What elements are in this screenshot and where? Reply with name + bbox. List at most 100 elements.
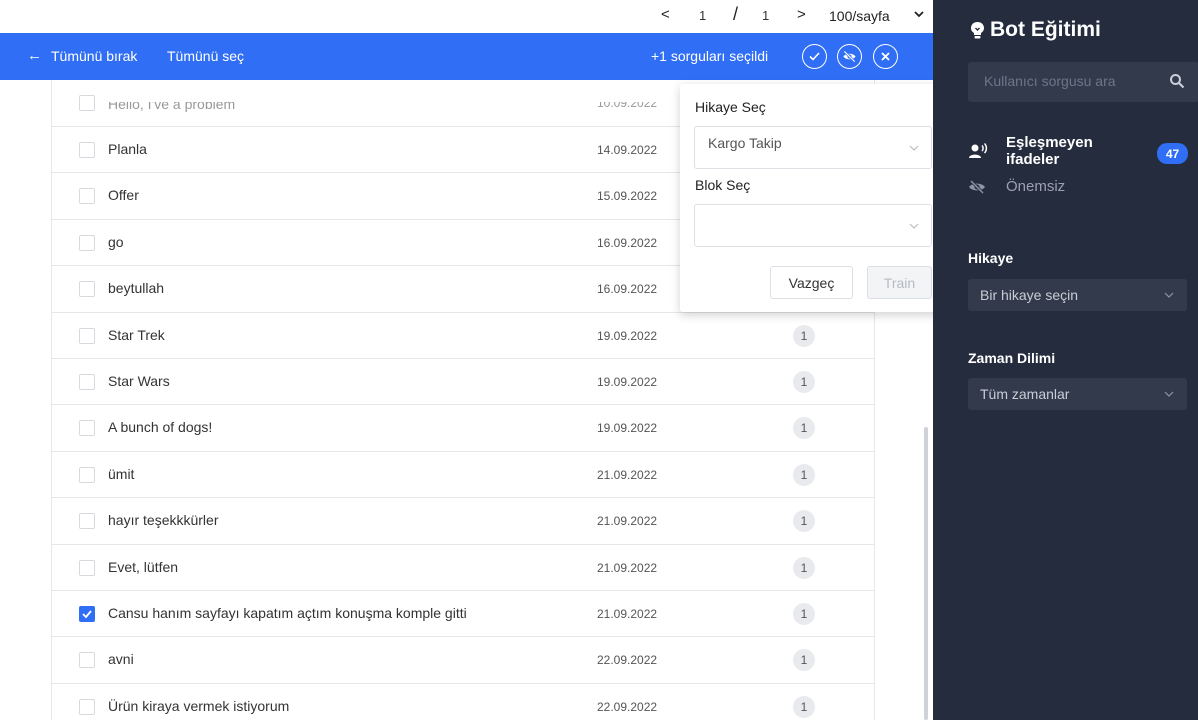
row-checkbox[interactable] [79, 281, 95, 298]
speaking-person-icon [969, 142, 988, 158]
row-checkbox[interactable] [79, 95, 95, 111]
search-icon[interactable] [1169, 73, 1185, 89]
cancel-button[interactable]: Vazgeç [770, 266, 853, 299]
time-dropdown[interactable]: Tüm zamanlar [968, 378, 1187, 410]
close-bulk-button[interactable] [873, 44, 898, 69]
row-checkbox[interactable] [79, 188, 95, 205]
sidebar-item-unimportant[interactable]: Önemsiz [968, 178, 1065, 195]
close-icon [881, 52, 890, 61]
row-query-text: go [108, 233, 124, 250]
row-query-text: A bunch of dogs! [108, 419, 213, 436]
page-separator: / [733, 4, 739, 24]
check-icon [809, 52, 820, 61]
row-count-badge: 1 [793, 649, 815, 672]
current-page[interactable]: 1 [699, 8, 706, 23]
row-count-badge: 1 [793, 695, 815, 718]
row-date: 16.09.2022 [597, 282, 658, 297]
ignore-button[interactable] [837, 44, 862, 69]
table-row[interactable]: Ürün kiraya vermek istiyorum 22.09.2022 1 [52, 684, 874, 720]
table-row[interactable]: A bunch of dogs! 19.09.2022 1 [52, 405, 874, 452]
select-all-button[interactable]: Tümünü seç [167, 48, 244, 64]
story-select-label: Hikaye Seç [695, 99, 766, 115]
back-arrow-icon[interactable]: ← [27, 47, 42, 64]
row-date: 15.09.2022 [597, 189, 658, 204]
row-date: 14.09.2022 [597, 143, 658, 157]
row-checkbox[interactable] [79, 234, 95, 251]
row-date: 19.09.2022 [597, 374, 658, 389]
row-query-text: Offer [108, 187, 139, 204]
search-placeholder: Kullanıcı sorgusu ara [984, 73, 1116, 89]
sidebar-item-label: Önemsiz [1006, 178, 1066, 195]
scrollbar[interactable] [924, 427, 928, 720]
lightbulb-icon [971, 21, 984, 38]
prev-page-button[interactable]: < [661, 6, 670, 23]
row-date: 21.09.2022 [597, 606, 658, 621]
chevron-down-icon [1164, 292, 1174, 298]
row-checkbox[interactable] [79, 142, 95, 158]
selected-count: +1 sorguları seçildi [651, 48, 769, 64]
bulk-action-bar: ← Tümünü bırak Tümünü seç +1 sorguları s… [0, 33, 933, 80]
row-date: 19.09.2022 [597, 421, 658, 436]
table-row[interactable]: Cansu hanım sayfayı kapatım açtım konuşm… [52, 591, 874, 638]
story-dropdown-value: Bir hikaye seçin [980, 287, 1079, 303]
eye-off-icon [843, 50, 856, 63]
table-row[interactable]: Star Trek 19.09.2022 1 [52, 313, 874, 359]
chevron-down-icon[interactable] [912, 7, 926, 21]
row-date: 16.09.2022 [597, 235, 658, 250]
row-query-text: Ürün kiraya vermek istiyorum [108, 697, 290, 714]
row-query-text: Hello, I've a problem [108, 96, 236, 112]
sidebar-title-text: Bot Eğitimi [990, 18, 1101, 41]
row-checkbox[interactable] [79, 698, 95, 715]
row-date: 21.09.2022 [597, 514, 658, 529]
train-button[interactable]: Train [867, 266, 932, 299]
table-row[interactable]: hayır teşekkkürler 21.09.2022 1 [52, 498, 874, 545]
next-page-button[interactable]: > [797, 6, 806, 23]
block-select-label: Blok Seç [695, 177, 751, 193]
sidebar-item-label: Eşleşmeyen ifadeler [1006, 134, 1093, 168]
row-count-badge: 1 [793, 417, 815, 440]
row-query-text: Cansu hanım sayfayı kapatım açtım konuşm… [108, 604, 467, 621]
sidebar-title: Bot Eğitimi [969, 18, 1101, 42]
pagination: < 1 / 1 > 100/sayfa [0, 0, 933, 33]
train-popup: Hikaye Seç Kargo Takip Blok Seç Vazgeç T… [680, 84, 933, 312]
row-date: 21.09.2022 [597, 560, 658, 575]
row-checkbox[interactable] [79, 466, 95, 483]
row-checkbox[interactable] [79, 559, 95, 576]
story-dropdown[interactable]: Bir hikaye seçin [968, 279, 1187, 311]
time-dropdown-value: Tüm zamanlar [980, 386, 1070, 402]
sidebar-item-unmatched[interactable]: Eşleşmeyen ifadeler [968, 134, 1106, 168]
unmatched-count-badge: 47 [1157, 143, 1188, 164]
row-checkbox[interactable] [79, 605, 95, 622]
per-page-select[interactable]: 100/sayfa [829, 8, 890, 24]
sidebar: Bot Eğitimi Kullanıcı sorgusu ara Eşleşm… [933, 0, 1198, 720]
table-row[interactable]: Evet, lütfen 21.09.2022 1 [52, 545, 874, 591]
deselect-all-button[interactable]: Tümünü bırak [51, 48, 137, 64]
row-checkbox[interactable] [79, 420, 95, 437]
row-query-text: Evet, lütfen [108, 558, 179, 575]
table-row[interactable]: ümit 21.09.2022 1 [52, 452, 874, 499]
chevron-down-icon [1164, 391, 1174, 397]
row-checkbox[interactable] [79, 513, 95, 530]
row-query-text: avni [108, 651, 134, 668]
row-checkbox[interactable] [79, 327, 95, 344]
story-section-title: Hikaye [968, 250, 1014, 266]
check-icon [82, 610, 92, 619]
row-query-text: Star Trek [108, 326, 165, 343]
block-select[interactable] [694, 204, 932, 247]
row-count-badge: 1 [793, 602, 815, 625]
row-count-badge: 1 [793, 463, 815, 486]
main-panel: < 1 / 1 > 100/sayfa ← Tümünü bırak Tümün… [0, 0, 933, 720]
row-checkbox[interactable] [79, 652, 95, 669]
row-count-badge: 1 [793, 324, 815, 347]
row-checkbox[interactable] [79, 373, 95, 390]
time-section-title: Zaman Dilimi [968, 350, 1056, 366]
table-row[interactable]: Star Wars 19.09.2022 1 [52, 359, 874, 406]
approve-button[interactable] [802, 44, 827, 69]
search-input[interactable]: Kullanıcı sorgusu ara [968, 62, 1198, 102]
row-count-badge: 1 [793, 556, 815, 579]
row-query-text: ümit [108, 465, 135, 482]
story-select-value: Kargo Takip [708, 135, 782, 151]
row-date: 22.09.2022 [597, 699, 658, 714]
table-row[interactable]: avni 22.09.2022 1 [52, 637, 874, 684]
story-select[interactable]: Kargo Takip [694, 126, 932, 169]
